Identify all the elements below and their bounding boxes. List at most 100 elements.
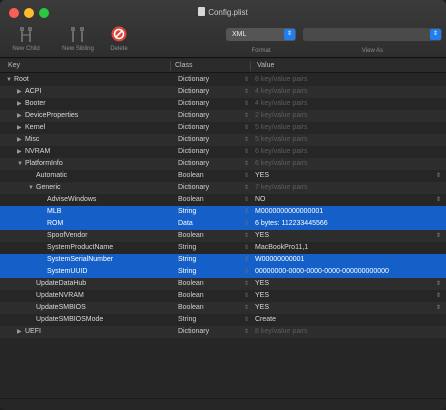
row-value[interactable]: 5 key/value pairs <box>255 122 308 134</box>
boolean-toggle-icon[interactable]: ⇕ <box>436 230 441 242</box>
outline-row[interactable]: ▼ PlatformInfo Dictionary ⇕ 6 key/value pair… <box>0 158 446 170</box>
disclosure-collapsed-icon[interactable]: ▶ <box>17 134 25 146</box>
row-value[interactable]: 6 key/value pairs <box>255 158 308 170</box>
disclosure-collapsed-icon[interactable]: ▶ <box>17 326 25 338</box>
row-value[interactable]: NO <box>255 194 266 206</box>
format-select[interactable]: XML ⇕ <box>226 28 296 41</box>
row-value[interactable]: 6 key/value pairs <box>255 146 308 158</box>
row-value[interactable]: M0000000000000001 <box>255 206 323 218</box>
row-class[interactable]: Dictionary <box>178 326 209 338</box>
delete-button[interactable]: Delete <box>102 25 136 52</box>
column-header-value[interactable]: Value <box>257 62 274 69</box>
disclosure-collapsed-icon[interactable]: ▶ <box>17 122 25 134</box>
disclosure-collapsed-icon[interactable]: ▶ <box>17 98 25 110</box>
outline-row[interactable]: ▶ Kernel Dictionary ⇕ 5 key/value pairs <box>0 122 446 134</box>
row-class[interactable]: Boolean <box>178 302 204 314</box>
type-stepper-icon[interactable]: ⇕ <box>244 326 249 338</box>
boolean-toggle-icon[interactable]: ⇕ <box>436 302 441 314</box>
row-class[interactable]: Boolean <box>178 170 204 182</box>
row-class[interactable]: Dictionary <box>178 110 209 122</box>
type-stepper-icon[interactable]: ⇕ <box>244 278 249 290</box>
row-value[interactable]: 2 key/value pairs <box>255 110 308 122</box>
type-stepper-icon[interactable]: ⇕ <box>244 230 249 242</box>
row-class[interactable]: Boolean <box>178 278 204 290</box>
boolean-toggle-icon[interactable]: ⇕ <box>436 170 441 182</box>
type-stepper-icon[interactable]: ⇕ <box>244 110 249 122</box>
row-class[interactable]: Dictionary <box>178 146 209 158</box>
row-class[interactable]: Dictionary <box>178 182 209 194</box>
row-class[interactable]: Dictionary <box>178 86 209 98</box>
type-stepper-icon[interactable]: ⇕ <box>244 194 249 206</box>
row-class[interactable]: Dictionary <box>178 98 209 110</box>
row-value[interactable]: YES <box>255 170 269 182</box>
row-class[interactable]: Dictionary <box>178 158 209 170</box>
boolean-toggle-icon[interactable]: ⇕ <box>436 278 441 290</box>
row-value[interactable]: 00000000-0000-0000-0000-000000000000 <box>255 266 389 278</box>
row-class[interactable]: String <box>178 314 196 326</box>
row-value[interactable]: 6 bytes: 112233445566 <box>255 218 328 230</box>
row-value[interactable]: 5 key/value pairs <box>255 134 308 146</box>
type-stepper-icon[interactable]: ⇕ <box>244 146 249 158</box>
column-header-class[interactable]: Class <box>175 62 193 69</box>
outline-row[interactable]: MLB String ⇕ M0000000000000001 <box>0 206 446 218</box>
outline-row[interactable]: SystemProductName String ⇕ MacBookPro11,1 <box>0 242 446 254</box>
outline-row[interactable]: ▶ ACPI Dictionary ⇕ 4 key/value pairs <box>0 86 446 98</box>
row-value[interactable]: MacBookPro11,1 <box>255 242 308 254</box>
row-value[interactable]: Create <box>255 314 276 326</box>
boolean-toggle-icon[interactable]: ⇕ <box>436 194 441 206</box>
disclosure-expanded-icon[interactable]: ▼ <box>17 158 25 170</box>
outline-row[interactable]: SystemSerialNumber String ⇕ W00000000001 <box>0 254 446 266</box>
row-value[interactable]: 4 key/value pairs <box>255 98 308 110</box>
outline-row[interactable]: ▶ Misc Dictionary ⇕ 5 key/value pairs <box>0 134 446 146</box>
row-class[interactable]: Data <box>178 218 193 230</box>
row-class[interactable]: Dictionary <box>178 74 209 86</box>
type-stepper-icon[interactable]: ⇕ <box>244 302 249 314</box>
row-value[interactable]: 8 key/value pairs <box>255 326 308 338</box>
type-stepper-icon[interactable]: ⇕ <box>244 206 249 218</box>
row-class[interactable]: String <box>178 266 196 278</box>
outline-row[interactable]: UpdateNVRAM Boolean ⇕ YES ⇕ <box>0 290 446 302</box>
outline-row[interactable]: UpdateDataHub Boolean ⇕ YES ⇕ <box>0 278 446 290</box>
outline-row[interactable]: SpoofVendor Boolean ⇕ YES ⇕ <box>0 230 446 242</box>
row-value[interactable]: W00000000001 <box>255 254 304 266</box>
column-header-key[interactable]: Key <box>8 62 20 69</box>
outline-row[interactable]: Automatic Boolean ⇕ YES ⇕ <box>0 170 446 182</box>
column-divider[interactable] <box>170 61 171 71</box>
type-stepper-icon[interactable]: ⇕ <box>244 266 249 278</box>
disclosure-collapsed-icon[interactable]: ▶ <box>17 146 25 158</box>
row-class[interactable]: String <box>178 206 196 218</box>
row-value[interactable]: YES <box>255 290 269 302</box>
row-value[interactable]: YES <box>255 302 269 314</box>
type-stepper-icon[interactable]: ⇕ <box>244 182 249 194</box>
outline-row[interactable]: ROM Data ⇕ 6 bytes: 112233445566 <box>0 218 446 230</box>
type-stepper-icon[interactable]: ⇕ <box>244 314 249 326</box>
type-stepper-icon[interactable]: ⇕ <box>244 158 249 170</box>
type-stepper-icon[interactable]: ⇕ <box>244 290 249 302</box>
type-stepper-icon[interactable]: ⇕ <box>244 170 249 182</box>
disclosure-expanded-icon[interactable]: ▼ <box>28 182 36 194</box>
type-stepper-icon[interactable]: ⇕ <box>244 98 249 110</box>
row-value[interactable]: YES <box>255 230 269 242</box>
outline-row[interactable]: ▼ Root Dictionary ⇕ 8 key/value pairs <box>0 74 446 86</box>
row-class[interactable]: String <box>178 254 196 266</box>
row-value[interactable]: 7 key/value pairs <box>255 182 308 194</box>
outline-row[interactable]: UpdateSMBIOS Boolean ⇕ YES ⇕ <box>0 302 446 314</box>
boolean-toggle-icon[interactable]: ⇕ <box>436 290 441 302</box>
outline-row[interactable]: AdviseWindows Boolean ⇕ NO ⇕ <box>0 194 446 206</box>
row-value[interactable]: 4 key/value pairs <box>255 86 308 98</box>
row-class[interactable]: Boolean <box>178 194 204 206</box>
row-value[interactable]: 8 key/value pairs <box>255 74 308 86</box>
row-class[interactable]: Dictionary <box>178 134 209 146</box>
outline-row[interactable]: ▶ Booter Dictionary ⇕ 4 key/value pairs <box>0 98 446 110</box>
type-stepper-icon[interactable]: ⇕ <box>244 86 249 98</box>
type-stepper-icon[interactable]: ⇕ <box>244 122 249 134</box>
new-sibling-button[interactable]: New Sibling <box>54 25 102 52</box>
outline-row[interactable]: ▶ NVRAM Dictionary ⇕ 6 key/value pairs <box>0 146 446 158</box>
row-class[interactable]: Boolean <box>178 230 204 242</box>
row-class[interactable]: Boolean <box>178 290 204 302</box>
outline-row[interactable]: UpdateSMBIOSMode String ⇕ Create <box>0 314 446 326</box>
outline-row[interactable]: ▼ Generic Dictionary ⇕ 7 key/value pairs <box>0 182 446 194</box>
outline-row[interactable]: SystemUUID String ⇕ 00000000-0000-0000-0000… <box>0 266 446 278</box>
disclosure-expanded-icon[interactable]: ▼ <box>6 74 14 86</box>
disclosure-collapsed-icon[interactable]: ▶ <box>17 110 25 122</box>
